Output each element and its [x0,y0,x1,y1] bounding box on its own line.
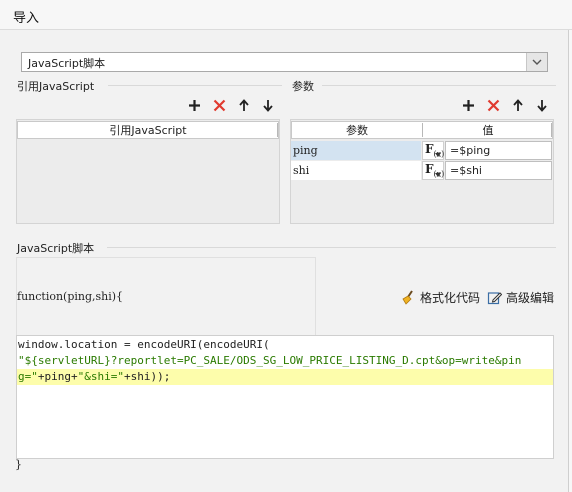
arrow-down-icon[interactable] [259,96,277,114]
ref-js-section-label: 引用JavaScript [17,80,95,93]
function-header: function(ping,shi){ [17,290,124,303]
column-separator [277,123,278,137]
ref-js-column-header[interactable]: 引用JavaScript [18,122,278,138]
param-value-input[interactable]: =$shi [445,161,552,180]
code-text: window.location = encodeURI(encodeURI( [18,338,270,351]
plus-icon[interactable] [185,96,203,114]
code-text: +ping+ [37,370,78,383]
code-editor[interactable]: window.location = encodeURI(encodeURI( "… [16,335,554,459]
format-code-button[interactable]: 格式化代码 [400,289,480,306]
code-string: g=" [18,370,38,383]
params-section-divider [322,85,556,86]
arrow-up-icon[interactable] [235,96,253,114]
param-column-header[interactable]: 参数 [292,122,422,138]
broom-icon [402,289,413,305]
ref-js-header: 引用JavaScript [17,121,279,139]
params-header: 参数 值 [291,121,553,139]
param-name-cell[interactable]: ping [291,141,421,160]
param-name-cell[interactable]: shi [291,161,421,180]
arrow-up-icon[interactable] [509,96,527,114]
formula-icon[interactable]: F(x) [422,161,444,180]
closing-brace: } [15,458,22,471]
code-text: +shi)); [123,370,171,383]
edit-icon [487,292,502,305]
code-line-highlighted: g="+ping+"&shi="+shi)); [17,369,553,385]
script-section-label: JavaScript脚本 [17,242,95,255]
ref-js-list[interactable]: 引用JavaScript [16,119,280,224]
value-column-header[interactable]: 值 [423,122,553,138]
ref-js-section-divider [108,85,282,86]
arrow-down-icon[interactable] [533,96,551,114]
plus-icon[interactable] [459,96,477,114]
chevron-down-icon[interactable] [526,53,547,71]
advanced-edit-label: 高级编辑 [506,291,555,305]
params-table[interactable]: 参数 值 ping F(x) =$ping shi F(x) =$shi [290,119,554,224]
dialog-title: 导入 [13,11,40,26]
delete-x-icon[interactable] [484,96,502,114]
code-line: "${servletURL}?reportlet=PC_SALE/ODS_SG_… [17,353,553,369]
advanced-edit-button[interactable]: 高级编辑 [487,289,554,306]
script-type-select[interactable]: JavaScript脚本 [21,52,548,72]
formula-icon[interactable]: F(x) [422,141,444,160]
format-code-label: 格式化代码 [420,291,481,305]
window-right-border [568,30,572,492]
code-string: "&shi=" [77,370,124,383]
code-line: window.location = encodeURI(encodeURI( [17,337,553,353]
code-string: "${servletURL}?reportlet=PC_SALE/ODS_SG_… [18,354,522,367]
column-separator [551,123,552,137]
script-section-divider [107,247,556,248]
script-type-value: JavaScript脚本 [28,57,106,70]
dialog-titlebar: 导入 [0,0,572,30]
params-section-label: 参数 [292,80,314,93]
param-value-input[interactable]: =$ping [445,141,552,160]
delete-x-icon[interactable] [210,96,228,114]
